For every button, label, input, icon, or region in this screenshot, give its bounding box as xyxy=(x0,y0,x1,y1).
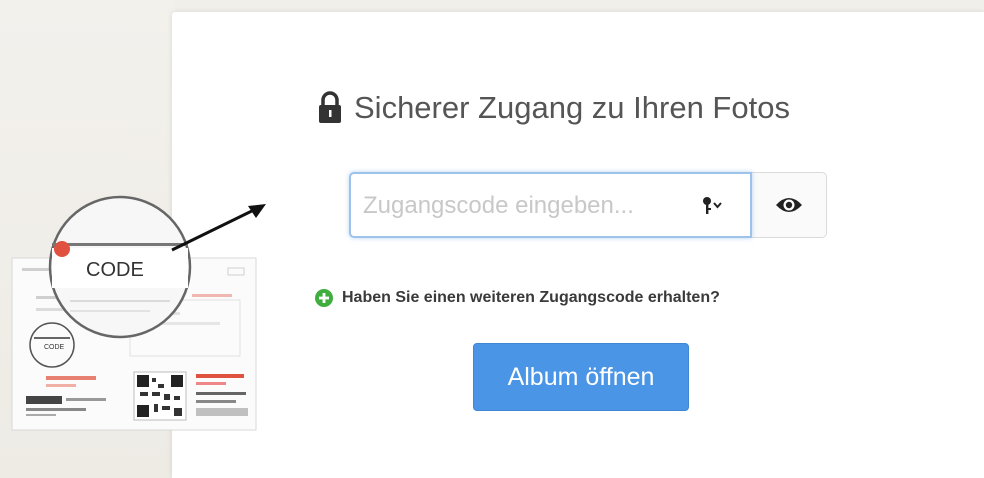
small-code-label: CODE xyxy=(44,344,65,351)
code-location-illustration: CODE CODE xyxy=(11,195,266,431)
plus-circle-icon xyxy=(315,289,333,307)
page-title: Sicherer Zugang zu Ihren Fotos xyxy=(318,86,790,130)
open-album-button[interactable]: Album öffnen xyxy=(473,343,689,411)
eye-icon xyxy=(776,198,802,212)
lock-icon xyxy=(319,91,341,123)
arrow-icon xyxy=(171,204,266,252)
access-code-field-wrapper xyxy=(349,172,752,238)
magnifier: CODE xyxy=(48,195,192,339)
access-code-input[interactable] xyxy=(361,174,695,238)
add-another-code-label: Haben Sie einen weiteren Zugangscode erh… xyxy=(342,289,720,306)
show-code-button[interactable] xyxy=(752,172,827,238)
qr-code xyxy=(133,371,187,421)
badge-icon xyxy=(54,241,70,257)
add-another-code-link[interactable]: Haben Sie einen weiteren Zugangscode erh… xyxy=(314,286,720,310)
access-code-group xyxy=(349,172,827,238)
magnifier-code-label: CODE xyxy=(86,259,144,281)
key-dropdown-icon[interactable] xyxy=(702,195,724,215)
title-text: Sicherer Zugang zu Ihren Fotos xyxy=(354,90,790,125)
